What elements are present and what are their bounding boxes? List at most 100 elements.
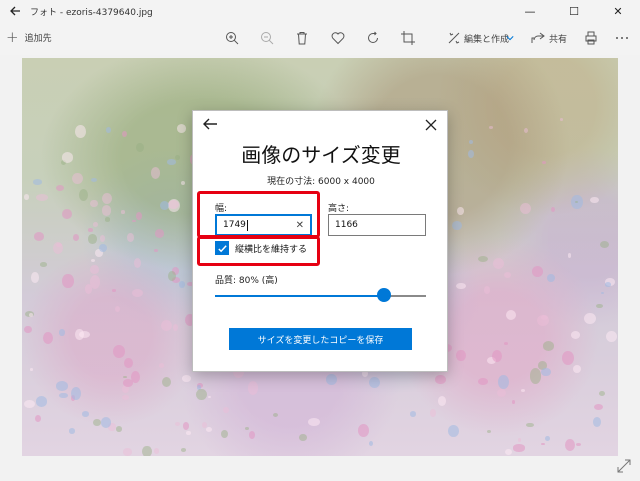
- flower-speck: [91, 178, 98, 182]
- flower-speck: [550, 206, 555, 212]
- flower-speck: [127, 233, 134, 242]
- flower-speck: [503, 342, 509, 346]
- quality-slider-thumb[interactable]: [377, 288, 391, 302]
- flower-speck: [158, 363, 165, 369]
- flower-speck: [100, 417, 112, 428]
- flower-speck: [491, 349, 502, 363]
- more-options-icon[interactable]: [614, 30, 630, 46]
- add-to-label: 追加先: [24, 34, 52, 44]
- window-title: フォト - ezoris-4379640.jpg: [30, 7, 153, 18]
- crop-icon[interactable]: [400, 30, 416, 46]
- flower-speck: [505, 309, 517, 321]
- flower-speck: [600, 291, 604, 294]
- flower-speck: [572, 364, 581, 373]
- flower-speck: [104, 217, 111, 222]
- flower-speck: [23, 399, 35, 408]
- maximize-button[interactable]: ☐: [552, 0, 596, 22]
- flower-speck: [468, 140, 473, 145]
- zoom-in-icon[interactable]: [224, 30, 240, 46]
- flower-speck: [448, 424, 460, 438]
- share-label[interactable]: 共有: [549, 32, 567, 45]
- flower-speck: [497, 389, 507, 397]
- flower-speck: [520, 388, 525, 392]
- height-input[interactable]: 1166: [328, 214, 426, 236]
- flower-speck: [593, 417, 602, 428]
- flower-speck: [559, 118, 564, 121]
- width-highlight-frame: [197, 191, 320, 238]
- flower-speck: [33, 231, 45, 241]
- flower-speck: [136, 211, 143, 220]
- edit-create-label[interactable]: 編集と作成: [464, 32, 509, 45]
- trash-icon[interactable]: [294, 30, 310, 46]
- flower-speck: [531, 265, 544, 277]
- flower-speck: [71, 387, 82, 401]
- flower-speck: [247, 381, 259, 396]
- zoom-out-icon[interactable]: [259, 30, 275, 46]
- flower-speck: [90, 258, 95, 263]
- flower-speck: [598, 390, 605, 397]
- flower-speck: [106, 126, 112, 133]
- flower-speck: [435, 374, 446, 385]
- flower-speck: [599, 241, 609, 248]
- flower-speck: [74, 328, 84, 341]
- flower-speck: [181, 374, 192, 382]
- add-to-button[interactable]: + 追加先: [6, 30, 52, 45]
- height-input-value: 1166: [335, 220, 358, 230]
- flower-speck: [121, 395, 130, 400]
- flower-speck: [583, 312, 596, 325]
- flower-speck: [452, 220, 462, 230]
- flower-speck: [595, 303, 603, 309]
- flower-speck: [59, 329, 65, 336]
- chevron-down-icon[interactable]: [505, 30, 515, 46]
- flower-speck: [567, 253, 572, 258]
- flower-speck: [174, 154, 180, 160]
- title-bar: フォト - ezoris-4379640.jpg — ☐ ✕: [0, 0, 640, 22]
- flower-speck: [493, 258, 504, 269]
- print-icon[interactable]: [583, 30, 599, 46]
- flower-speck: [540, 442, 545, 445]
- flower-speck: [31, 272, 39, 283]
- flower-speck: [136, 142, 144, 153]
- flower-speck: [561, 350, 574, 365]
- back-arrow-icon[interactable]: [0, 0, 30, 22]
- edit-create-icon[interactable]: [446, 30, 462, 46]
- flower-speck: [456, 282, 466, 290]
- flower-speck: [79, 189, 88, 202]
- flower-speck: [161, 377, 172, 388]
- fullscreen-expand-icon[interactable]: [616, 458, 632, 474]
- flower-speck: [529, 368, 542, 385]
- flower-speck: [59, 392, 68, 399]
- flower-speck: [168, 270, 176, 282]
- flower-speck: [542, 341, 555, 351]
- flower-speck: [299, 433, 307, 441]
- share-icon[interactable]: [530, 30, 546, 46]
- flower-speck: [186, 431, 191, 435]
- flower-speck: [519, 202, 531, 214]
- flower-speck: [536, 314, 549, 327]
- flower-speck: [409, 410, 417, 417]
- dialog-back-arrow-icon[interactable]: [201, 115, 219, 133]
- height-label: 高さ:: [328, 204, 350, 214]
- flower-speck: [483, 286, 491, 295]
- save-resized-copy-button[interactable]: サイズを変更したコピーを保存: [229, 328, 412, 350]
- flower-speck: [99, 243, 107, 253]
- flower-speck: [90, 265, 99, 274]
- flower-speck: [564, 438, 575, 452]
- close-window-button[interactable]: ✕: [596, 0, 640, 22]
- flower-speck: [34, 414, 41, 422]
- quality-slider-track[interactable]: [215, 295, 426, 297]
- minimize-button[interactable]: —: [508, 0, 552, 22]
- flower-speck: [358, 424, 369, 437]
- dialog-close-icon[interactable]: [424, 117, 438, 131]
- flower-speck: [541, 368, 551, 377]
- flower-speck: [166, 158, 177, 165]
- flower-speck: [456, 349, 466, 361]
- rotate-icon[interactable]: [365, 30, 381, 46]
- current-dimensions: 現在の寸法: 6000 x 4000: [267, 177, 375, 187]
- flower-speck: [497, 375, 509, 390]
- flower-speck: [505, 448, 513, 456]
- aspect-highlight-frame: [197, 236, 320, 266]
- heart-icon[interactable]: [330, 30, 346, 46]
- flower-speck: [154, 229, 165, 238]
- flower-speck: [438, 395, 447, 406]
